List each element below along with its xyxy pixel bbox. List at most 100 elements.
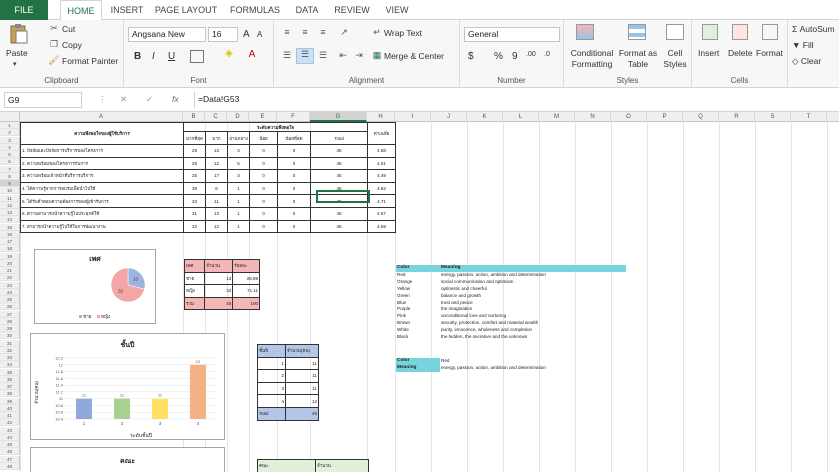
table1-cell[interactable]: 3 [227,144,250,158]
bar-3[interactable] [152,398,168,419]
formula-input[interactable]: =Data!G53 [194,92,839,108]
table1-cell[interactable]: 12 [205,219,228,234]
align-top-icon[interactable]: ≡ [280,27,294,37]
table1-cell[interactable]: 0 [277,206,311,221]
italic-button[interactable]: I [152,51,155,62]
fill-color-icon[interactable]: ◈ [222,48,236,59]
table1-cell[interactable]: 45 [310,169,368,183]
row-header-27[interactable]: 27 [0,310,20,318]
table1-cell[interactable]: 4.67 [367,206,396,221]
row-header-39[interactable]: 39 [0,397,20,405]
format-painter-button[interactable]: Format Painter [62,56,118,66]
table1-cell[interactable]: 0 [277,219,311,234]
column-header-c[interactable]: C [205,112,227,122]
table1-item[interactable]: 5. ได้รับคำตอบความต้องการของผู้เข้ารับกา… [20,194,184,208]
column-header-k[interactable]: K [467,112,503,122]
color-meaning[interactable]: purity, innocence, wholeness and complet… [441,327,532,332]
column-header-q[interactable]: Q [683,112,719,122]
insert-cells-button[interactable]: Insert [698,48,719,58]
row-header-32[interactable]: 32 [0,346,20,354]
row-header-29[interactable]: 29 [0,325,20,333]
table1-level-4[interactable]: น้อย [249,131,278,145]
currency-button[interactable]: $ [468,51,474,62]
name-box[interactable]: G9 [4,92,82,108]
color-name[interactable]: White [397,327,409,332]
year-bar-chart[interactable]: ชั้นปี จำนวน(คน) ระดับชั้นปี 10.4 10.6 10.… [30,333,225,440]
gender-cell[interactable]: หญิง [183,284,206,298]
column-header-d[interactable]: D [227,112,249,122]
color-meaning[interactable]: unconditional love and nurturing [441,313,506,318]
row-header-46[interactable]: 46 [0,448,20,456]
table1-cell[interactable]: 17 [205,169,228,183]
enter-icon[interactable]: ✓ [146,94,153,105]
gender-cell[interactable]: รวม [183,296,206,311]
row-header-23[interactable]: 23 [0,281,20,289]
table1-cell[interactable]: 12 [205,156,228,171]
column-header-g[interactable]: G [310,112,367,122]
align-right-icon[interactable]: ☰ [316,50,330,61]
year-cell[interactable]: 2 [257,369,286,383]
color-name[interactable]: Red [397,272,405,277]
underline-button[interactable]: U [168,51,175,62]
table1-cell[interactable]: 45 [310,156,368,171]
table1-cell[interactable]: 1 [227,219,250,234]
table1-cell[interactable]: 38 [183,181,206,196]
tab-formulas[interactable]: FORMULAS [226,0,284,20]
gender-cell[interactable]: 71.11 [232,284,260,298]
tab-review[interactable]: REVIEW [330,0,374,20]
gender-cell[interactable]: ชาย [183,271,206,286]
row-header-30[interactable]: 30 [0,332,20,340]
wrap-text-icon[interactable]: ↵ [370,27,384,38]
color-name[interactable]: Brown [397,320,410,325]
faculty-chart[interactable]: คณะ [30,447,225,472]
table1-cell[interactable]: 29 [183,144,206,158]
gender-cell[interactable]: 32 [204,284,234,298]
color-meaning[interactable]: the hidden, the secretive and the unknow… [441,334,527,339]
paste-dropdown-icon[interactable]: ▾ [13,60,17,68]
year-cell[interactable]: 11 [285,381,319,396]
table1-cell[interactable]: 0 [249,169,278,183]
row-header-6[interactable]: 6 [0,158,20,166]
column-header-h[interactable]: H [367,112,395,122]
font-name-select[interactable]: Angsana New [128,27,206,42]
table1-cell[interactable]: 0 [277,144,311,158]
column-header-a[interactable]: A [20,112,183,122]
row-header-44[interactable]: 44 [0,433,20,441]
conditional-formatting-button[interactable]: Conditional [566,48,618,58]
cut-icon[interactable]: ✂ [48,23,60,34]
row-header-40[interactable]: 40 [0,404,20,412]
border-icon[interactable] [190,50,204,63]
row-header-15[interactable]: 15 [0,223,20,231]
merge-icon[interactable]: ▦ [370,50,384,61]
orientation-icon[interactable]: ↗ [336,27,352,38]
gender-cell[interactable]: 45 [204,296,234,311]
table1-level-header[interactable]: ระดับความพึงพอใจ [183,122,368,132]
row-header-25[interactable]: 25 [0,296,20,304]
color-meaning[interactable]: balance and growth [441,293,481,298]
row-header-24[interactable]: 24 [0,288,20,296]
table1-cell[interactable]: 5 [227,156,250,171]
row-header-4[interactable]: 4 [0,143,20,151]
table1-cell[interactable]: 0 [277,194,311,208]
gender-cell[interactable]: 28.89 [232,271,260,286]
table1-item[interactable]: 7. สามารถนำความรู้ไปใช้ในการพัฒนางาน [20,219,184,234]
column-header-i[interactable]: I [395,112,431,122]
faculty-header-1[interactable]: คณะ [257,459,316,472]
year-header-1[interactable]: ชั้นปี [257,344,286,358]
table1-item[interactable]: 4. ได้ความรู้จากการอบรมเพื่อนำไปใช้ [20,181,184,196]
insert-function-icon[interactable]: fx [172,94,179,104]
row-header-28[interactable]: 28 [0,317,20,325]
table1-cell[interactable]: 4.49 [367,169,396,183]
row-header-1[interactable]: 1 [0,122,20,130]
table1-cell[interactable]: 0 [249,194,278,208]
row-header-31[interactable]: 31 [0,339,20,347]
paste-icon[interactable] [6,23,30,45]
gender-header-2[interactable]: จำนวน [204,259,234,273]
row-header-36[interactable]: 36 [0,375,20,383]
clear-button[interactable]: ◇ Clear [792,56,821,67]
row-header-12[interactable]: 12 [0,201,20,209]
column-header-p[interactable]: P [647,112,683,122]
align-bottom-icon[interactable]: ≡ [316,27,330,37]
color-name[interactable]: Purple [397,306,410,311]
lookup-color-label[interactable]: Color [396,358,440,365]
